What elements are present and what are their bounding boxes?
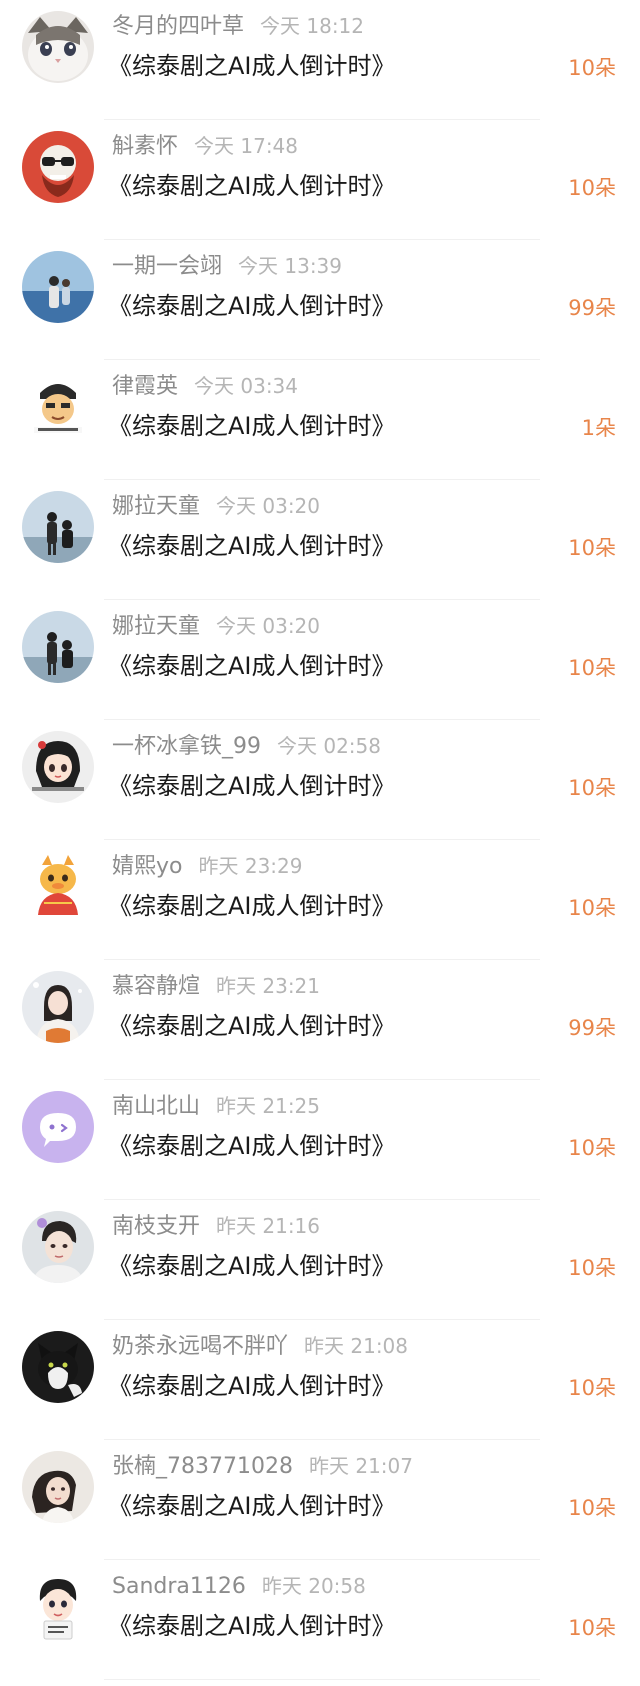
- timestamp: 今天 03:34: [194, 374, 299, 398]
- user-name[interactable]: 一杯冰拿铁_99: [112, 734, 261, 759]
- item-title: 《综泰剧之AI成人倒计时》: [108, 772, 396, 800]
- user-name[interactable]: 奶茶永远喝不胖吖: [112, 1334, 288, 1359]
- flower-count: 10朵: [568, 1616, 616, 1640]
- snow-girl-avatar-icon[interactable]: [22, 971, 94, 1043]
- couple-photo-avatar-icon[interactable]: [22, 611, 94, 683]
- timestamp: 今天 03:20: [216, 494, 321, 518]
- item-title: 《综泰剧之AI成人倒计时》: [108, 52, 396, 80]
- user-name[interactable]: 张楠_783771028: [112, 1454, 293, 1479]
- list-item[interactable]: 斛素怀 今天 17:48 《综泰剧之AI成人倒计时》 10朵: [0, 120, 640, 240]
- timestamp: 今天 17:48: [194, 134, 299, 158]
- item-title: 《综泰剧之AI成人倒计时》: [108, 292, 396, 320]
- cartoon-man-avatar-icon[interactable]: [22, 371, 94, 443]
- list-item[interactable]: 一杯冰拿铁_99 今天 02:58 《综泰剧之AI成人倒计时》 10朵: [0, 720, 640, 840]
- flower-count: 99朵: [568, 1016, 616, 1040]
- woman-photo-avatar-icon[interactable]: [22, 1451, 94, 1523]
- timestamp: 今天 03:20: [216, 614, 321, 638]
- dragon-cartoon-avatar-icon[interactable]: [22, 851, 94, 923]
- skull-avatar-icon[interactable]: [22, 131, 94, 203]
- user-name[interactable]: 娜拉天童: [112, 494, 200, 519]
- flower-count: 10朵: [568, 656, 616, 680]
- timestamp: 昨天 23:21: [216, 974, 321, 998]
- list-item[interactable]: 南山北山 昨天 21:25 《综泰剧之AI成人倒计时》 10朵: [0, 1080, 640, 1200]
- item-title: 《综泰剧之AI成人倒计时》: [108, 1252, 396, 1280]
- user-name[interactable]: 一期一会翊: [112, 254, 222, 279]
- chat-bubble-avatar-icon[interactable]: [22, 1091, 94, 1163]
- timestamp: 昨天 20:58: [261, 1574, 366, 1598]
- portrait-avatar-icon[interactable]: [22, 1211, 94, 1283]
- timestamp: 今天 13:39: [238, 254, 343, 278]
- user-name[interactable]: 南枝支开: [112, 1214, 200, 1239]
- list-item[interactable]: 一期一会翊 今天 13:39 《综泰剧之AI成人倒计时》 99朵: [0, 240, 640, 360]
- flower-count: 10朵: [568, 536, 616, 560]
- anime-girl-avatar-icon[interactable]: [22, 731, 94, 803]
- item-title: 《综泰剧之AI成人倒计时》: [108, 532, 396, 560]
- list-item[interactable]: 律霞英 今天 03:34 《综泰剧之AI成人倒计时》 1朵: [0, 360, 640, 480]
- user-name[interactable]: Sandra1126: [112, 1574, 246, 1599]
- list-item[interactable]: 婧熙yo 昨天 23:29 《综泰剧之AI成人倒计时》 10朵: [0, 840, 640, 960]
- user-name[interactable]: 冬月的四叶草: [112, 14, 244, 39]
- flower-count: 10朵: [568, 896, 616, 920]
- black-cat-avatar-icon[interactable]: [22, 1331, 94, 1403]
- flower-count: 1朵: [581, 416, 616, 440]
- list-item[interactable]: 张楠_783771028 昨天 21:07 《综泰剧之AI成人倒计时》 10朵: [0, 1440, 640, 1560]
- timestamp: 昨天 23:29: [198, 854, 303, 878]
- timestamp: 昨天 21:25: [216, 1094, 321, 1118]
- user-name[interactable]: 南山北山: [112, 1094, 200, 1119]
- list-item[interactable]: 冬月的四叶草 今天 18:12 《综泰剧之AI成人倒计时》 10朵: [0, 0, 640, 120]
- item-title: 《综泰剧之AI成人倒计时》: [108, 1012, 396, 1040]
- item-title: 《综泰剧之AI成人倒计时》: [108, 1132, 396, 1160]
- user-name[interactable]: 婧熙yo: [112, 854, 182, 879]
- list-item[interactable]: 娜拉天童 今天 03:20 《综泰剧之AI成人倒计时》 10朵: [0, 480, 640, 600]
- flower-count: 99朵: [568, 296, 616, 320]
- timestamp: 今天 02:58: [277, 734, 381, 758]
- timestamp: 昨天 21:07: [308, 1454, 413, 1478]
- flower-count: 10朵: [568, 1136, 616, 1160]
- timestamp: 昨天 21:16: [216, 1214, 321, 1238]
- list-item[interactable]: 南枝支开 昨天 21:16 《综泰剧之AI成人倒计时》 10朵: [0, 1200, 640, 1320]
- list-item[interactable]: Sandra1126 昨天 20:58 《综泰剧之AI成人倒计时》 10朵: [0, 1560, 640, 1680]
- user-name[interactable]: 慕容静煊: [112, 974, 200, 999]
- item-title: 《综泰剧之AI成人倒计时》: [108, 1492, 396, 1520]
- user-name[interactable]: 娜拉天童: [112, 614, 200, 639]
- list-item[interactable]: 慕容静煊 昨天 23:21 《综泰剧之AI成人倒计时》 99朵: [0, 960, 640, 1080]
- flower-count: 10朵: [568, 1256, 616, 1280]
- item-title: 《综泰剧之AI成人倒计时》: [108, 1372, 396, 1400]
- couple-photo-avatar-icon[interactable]: [22, 491, 94, 563]
- flower-count: 10朵: [568, 176, 616, 200]
- user-name[interactable]: 斛素怀: [112, 134, 178, 159]
- list-item[interactable]: 娜拉天童 今天 03:20 《综泰剧之AI成人倒计时》 10朵: [0, 600, 640, 720]
- sea-photo-avatar-icon[interactable]: [22, 251, 94, 323]
- timestamp: 昨天 21:08: [304, 1334, 409, 1358]
- item-title: 《综泰剧之AI成人倒计时》: [108, 412, 396, 440]
- flower-count: 10朵: [568, 56, 616, 80]
- user-name[interactable]: 律霞英: [112, 374, 178, 399]
- item-title: 《综泰剧之AI成人倒计时》: [108, 172, 396, 200]
- item-title: 《综泰剧之AI成人倒计时》: [108, 652, 396, 680]
- item-title: 《综泰剧之AI成人倒计时》: [108, 1612, 396, 1640]
- item-title: 《综泰剧之AI成人倒计时》: [108, 892, 396, 920]
- flower-count: 10朵: [568, 776, 616, 800]
- gift-record-list: 冬月的四叶草 今天 18:12 《综泰剧之AI成人倒计时》 10朵 斛素怀 今天 1…: [0, 0, 640, 1680]
- flower-count: 10朵: [568, 1376, 616, 1400]
- flower-count: 10朵: [568, 1496, 616, 1520]
- cat-avatar-icon[interactable]: [22, 11, 94, 83]
- list-item[interactable]: 奶茶永远喝不胖吖 昨天 21:08 《综泰剧之AI成人倒计时》 10朵: [0, 1320, 640, 1440]
- timestamp: 今天 18:12: [260, 14, 365, 38]
- cartoon-boy-avatar-icon[interactable]: [22, 1571, 94, 1643]
